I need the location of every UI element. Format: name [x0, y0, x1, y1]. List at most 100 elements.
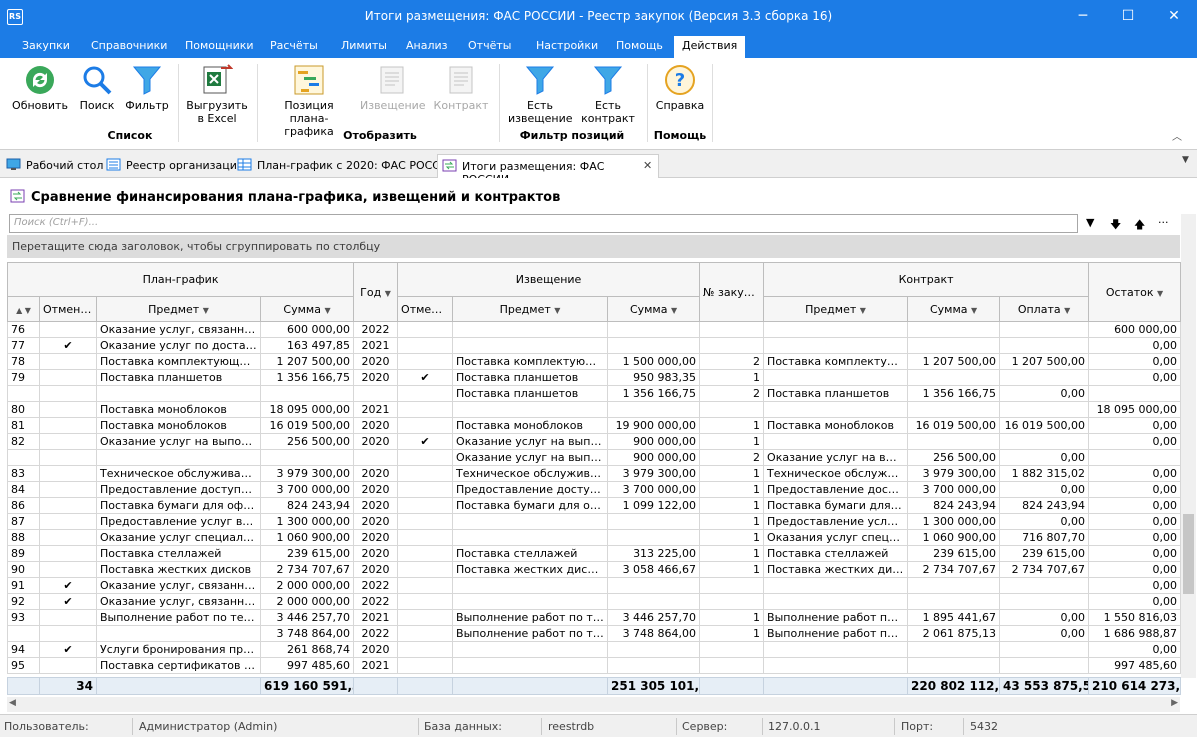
cell-year[interactable]: 2022 — [353, 321, 399, 338]
table-row[interactable]: Поставка планшетов 1 356 166,75 2 Поставка … — [7, 385, 1182, 402]
cell-plan-subject[interactable]: Техническое обслуживание ... — [96, 465, 261, 482]
cell-notice-cancel[interactable] — [397, 577, 454, 594]
cell-rest[interactable]: 0,00 — [1088, 369, 1182, 386]
cell-year[interactable]: 2020 — [353, 545, 399, 562]
table-row[interactable]: 89 Поставка стеллажей 239 615,00 2020 Постав… — [7, 545, 1182, 562]
cell-row-number[interactable]: 86 — [7, 497, 40, 514]
cell-notice-cancel[interactable] — [397, 353, 454, 370]
cell-plan-cancel[interactable] — [39, 625, 97, 642]
cell-purchase-number[interactable] — [699, 401, 765, 418]
cell-year[interactable]: 2020 — [353, 513, 399, 530]
cell-notice-subject[interactable]: Техническое обслуживани... — [452, 465, 609, 482]
table-row[interactable]: 91 ✔ Оказание услуг, связанных ... 2 000 00… — [7, 577, 1182, 594]
header-notice[interactable]: Извещение — [397, 262, 701, 297]
cell-contract-subject[interactable]: Оказание услуг на выпол... — [763, 449, 909, 466]
cell-row-number[interactable]: 82 — [7, 433, 40, 450]
cell-rest[interactable]: 0,00 — [1088, 465, 1182, 482]
cell-plan-cancel[interactable] — [39, 401, 97, 418]
cell-plan-cancel[interactable] — [39, 385, 97, 402]
cell-contract-subject[interactable]: Выполнение работ по те... — [763, 625, 909, 642]
cell-purchase-number[interactable]: 1 — [699, 545, 765, 562]
cell-row-number[interactable]: 95 — [7, 657, 40, 674]
cell-notice-sum[interactable]: 313 225,00 — [607, 545, 701, 562]
cell-plan-sum[interactable]: 1 207 500,00 — [259, 353, 355, 370]
cell-notice-cancel[interactable] — [397, 417, 454, 434]
cell-plan-sum[interactable]: 18 095 000,00 — [259, 401, 355, 418]
cell-notice-sum[interactable] — [607, 641, 701, 658]
cell-contract-payment[interactable] — [999, 337, 1090, 354]
cell-plan-subject[interactable]: Поставка планшетов — [96, 369, 261, 386]
cell-notice-cancel[interactable] — [397, 657, 454, 674]
cell-plan-cancel[interactable]: ✔ — [39, 337, 97, 354]
cell-contract-sum[interactable]: 1 060 900,00 — [907, 529, 1001, 546]
cell-rest[interactable]: 0,00 — [1088, 353, 1182, 370]
cell-contract-sum[interactable]: 1 300 000,00 — [907, 513, 1001, 530]
cell-plan-sum[interactable]: 600 000,00 — [259, 321, 355, 338]
search-button[interactable]: Поиск — [78, 64, 116, 112]
cell-notice-cancel[interactable] — [397, 513, 454, 530]
cell-notice-sum[interactable]: 950 983,35 — [607, 369, 701, 386]
vertical-scroll-thumb[interactable] — [1183, 514, 1194, 594]
tab-org-registry[interactable]: Реестр организаций — [102, 154, 248, 178]
cell-contract-subject[interactable] — [763, 577, 909, 594]
cell-plan-sum[interactable]: 3 446 257,70 — [259, 609, 355, 626]
cell-contract-subject[interactable]: Поставка планшетов — [763, 385, 909, 402]
table-row[interactable]: 81 Поставка моноблоков 16 019 500,00 2020 По… — [7, 417, 1182, 434]
cell-rest[interactable]: 0,00 — [1088, 577, 1182, 594]
cell-year[interactable]: 2020 — [353, 497, 399, 514]
header-notice-subject[interactable]: Предмет ▼ — [452, 296, 609, 322]
cell-plan-subject[interactable]: Услуги бронирования проез... — [96, 641, 261, 658]
cell-notice-sum[interactable]: 1 356 166,75 — [607, 385, 701, 402]
cell-plan-cancel[interactable] — [39, 481, 97, 498]
cell-contract-payment[interactable]: 1 882 315,02 — [999, 465, 1090, 482]
cell-contract-sum[interactable]: 16 019 500,00 — [907, 417, 1001, 434]
cell-notice-sum[interactable] — [607, 529, 701, 546]
cell-notice-subject[interactable] — [452, 321, 609, 338]
cell-contract-payment[interactable]: 2 734 707,67 — [999, 561, 1090, 578]
cell-notice-subject[interactable] — [452, 657, 609, 674]
menu-calculations[interactable]: Расчёты — [270, 39, 318, 52]
more-icon[interactable]: ··· — [1158, 216, 1169, 229]
table-row[interactable]: 86Поставка бумаги для офисно...824 243,9… — [7, 497, 1182, 514]
cell-contract-subject[interactable] — [763, 641, 909, 658]
cell-notice-cancel[interactable] — [397, 497, 454, 514]
cell-rest[interactable]: 1 686 988,87 — [1088, 625, 1182, 642]
cell-contract-payment[interactable]: 0,00 — [999, 513, 1090, 530]
cell-contract-payment[interactable]: 239 615,00 — [999, 545, 1090, 562]
tab-plan-schedule[interactable]: План-график с 2020: ФАС РОССИИ — [233, 154, 460, 178]
cell-plan-sum[interactable]: 824 243,94 — [259, 497, 355, 514]
cell-contract-payment[interactable]: 0,00 — [999, 385, 1090, 402]
table-row[interactable]: 78 Поставка комплектующих д... 1 207 500,0… — [7, 353, 1182, 370]
cell-contract-sum[interactable] — [907, 337, 1001, 354]
cell-contract-subject[interactable] — [763, 433, 909, 450]
cell-year[interactable]: 2022 — [353, 593, 399, 610]
cell-notice-sum[interactable] — [607, 593, 701, 610]
cell-year[interactable]: 2021 — [353, 609, 399, 626]
vertical-scrollbar[interactable] — [1181, 214, 1196, 678]
cell-rest[interactable]: 0,00 — [1088, 641, 1182, 658]
arrow-down-icon[interactable]: 🡇 — [1110, 216, 1121, 235]
cell-notice-cancel[interactable] — [397, 609, 454, 626]
cell-row-number[interactable]: 77 — [7, 337, 40, 354]
menu-assistants[interactable]: Помощники — [185, 39, 254, 52]
cell-contract-subject[interactable]: Поставка моноблоков — [763, 417, 909, 434]
cell-contract-sum[interactable]: 256 500,00 — [907, 449, 1001, 466]
table-row[interactable]: 92 ✔ Оказание услуг, связанных ... 2 000 00… — [7, 593, 1182, 610]
cell-notice-cancel[interactable] — [397, 465, 454, 482]
cell-contract-subject[interactable]: Предоставление доступ... — [763, 481, 909, 498]
cell-row-number[interactable]: 81 — [7, 417, 40, 434]
cell-notice-subject[interactable] — [452, 513, 609, 530]
minimize-button[interactable]: ─ — [1060, 0, 1106, 34]
cell-rest[interactable]: 0,00 — [1088, 529, 1182, 546]
cell-purchase-number[interactable]: 1 — [699, 417, 765, 434]
cell-purchase-number[interactable] — [699, 657, 765, 674]
cell-contract-payment[interactable] — [999, 433, 1090, 450]
close-tab-icon[interactable]: ✕ — [643, 159, 652, 172]
cell-plan-subject[interactable]: Поставка стеллажей — [96, 545, 261, 562]
cell-year[interactable]: 2020 — [353, 417, 399, 434]
cell-plan-subject[interactable]: Предоставление услуг виде... — [96, 513, 261, 530]
cell-year[interactable] — [353, 385, 399, 402]
cell-purchase-number[interactable] — [699, 593, 765, 610]
cell-purchase-number[interactable]: 1 — [699, 433, 765, 450]
header-contract-sum[interactable]: Сумма ▼ — [907, 296, 1001, 322]
